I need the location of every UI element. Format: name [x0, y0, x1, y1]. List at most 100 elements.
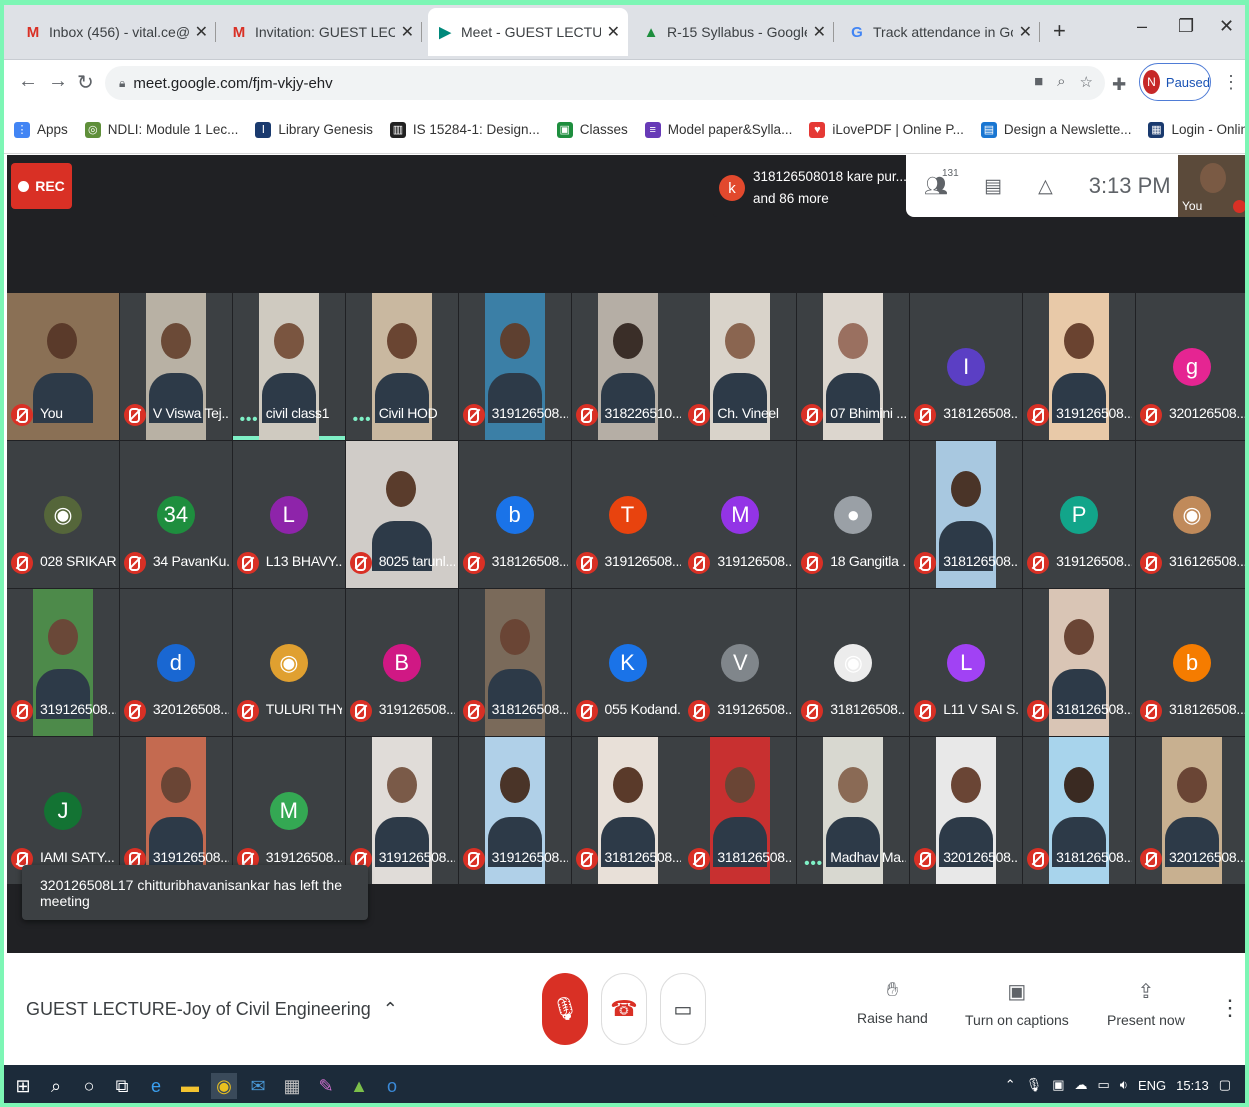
new-tab-button[interactable]: +	[1053, 18, 1066, 44]
browser-tab[interactable]: G Track attendance in Google M ✕	[840, 8, 1040, 56]
participant-tile[interactable]: 318226510...	[571, 293, 684, 440]
participant-tile[interactable]: 318126508...	[684, 737, 797, 884]
tray-volume-icon[interactable]: 🔉︎	[1120, 1077, 1128, 1093]
tray-cloud-icon[interactable]: ☁︎	[1074, 1077, 1087, 1093]
bookmark-item[interactable]: Ⅰ Library Genesis	[255, 121, 373, 138]
join-notification[interactable]: k 318126508018 kare pur... and 86 more	[713, 159, 909, 217]
browser-menu-icon[interactable]: ⋮	[1222, 72, 1240, 93]
tray-chevron-icon[interactable]: ⌃	[1005, 1077, 1016, 1093]
tab-close-icon[interactable]: ✕	[195, 22, 208, 42]
android-icon[interactable]: ▲	[346, 1073, 372, 1099]
notification-center-icon[interactable]: ▢	[1219, 1077, 1231, 1093]
outlook-icon[interactable]: o	[379, 1073, 405, 1099]
browser-tab[interactable]: ▶ Meet - GUEST LECTURE-Jo ✕	[428, 8, 628, 56]
bookmark-item[interactable]: ◎ NDLI: Module 1 Lec...	[84, 121, 238, 138]
participant-tile[interactable]: b 318126508...	[458, 441, 571, 588]
bookmark-item[interactable]: ≡ Model paper&Sylla...	[644, 121, 792, 138]
back-icon[interactable]: ←	[18, 70, 38, 93]
participant-tile[interactable]: ● 18 Gangitla ...	[797, 441, 910, 588]
calculator-icon[interactable]: ▦	[279, 1073, 305, 1099]
more-options-icon[interactable]: ⋮	[1219, 995, 1241, 1021]
participant-tile[interactable]: 318126508...	[458, 589, 571, 736]
bookmark-item[interactable]: ▤ Design a Newslette...	[980, 121, 1131, 138]
participant-tile[interactable]: You	[7, 293, 119, 440]
participant-tile[interactable]: b 318126508...	[1136, 589, 1248, 736]
participant-tile[interactable]: L L13 BHAVY...	[232, 441, 345, 588]
participant-tile[interactable]: 319126508...	[345, 737, 458, 884]
participant-tile[interactable]: 8025 tarunl...	[345, 441, 458, 588]
participant-tile[interactable]: M 319126508...	[232, 737, 345, 884]
extensions-puzzle-icon[interactable]: ✚	[1112, 75, 1126, 95]
participant-tile[interactable]: 318126508...	[571, 737, 684, 884]
participant-tile[interactable]: P 319126508...	[1023, 441, 1136, 588]
camera-toggle-button[interactable]: ▭	[660, 973, 706, 1045]
bookmark-item[interactable]: ♥ iLovePDF | Online P...	[809, 121, 964, 138]
restore-button[interactable]: ❐	[1178, 16, 1194, 37]
participant-tile[interactable]: 319126508...	[458, 293, 571, 440]
participant-tile[interactable]: B 319126508...	[345, 589, 458, 736]
participant-tile[interactable]: ••• Civil HOD	[345, 293, 458, 440]
chat-icon[interactable]: ▤	[984, 175, 1002, 198]
profile-button[interactable]: N Paused	[1139, 63, 1211, 101]
minimize-button[interactable]: –	[1137, 16, 1147, 37]
chrome-icon[interactable]: ◉	[211, 1073, 237, 1099]
activities-icon[interactable]: △	[1038, 175, 1053, 198]
participant-tile[interactable]: 319126508...	[7, 589, 119, 736]
tray-network-icon[interactable]: ▭	[1097, 1077, 1109, 1093]
zoom-icon[interactable]: ⌕	[1057, 73, 1065, 91]
self-view[interactable]: You	[1178, 155, 1249, 217]
leave-call-button[interactable]: ☎	[601, 973, 647, 1045]
bookmark-item[interactable]: ▥ IS 15284-1: Design...	[389, 121, 540, 138]
tab-close-icon[interactable]: ✕	[1019, 22, 1032, 42]
participant-tile[interactable]: 319126508...	[1023, 293, 1136, 440]
participant-tile[interactable]: T 319126508...	[571, 441, 684, 588]
meeting-details-button[interactable]: GUEST LECTURE-Joy of Civil Engineering ⌃	[26, 999, 398, 1020]
participant-tile[interactable]: ◉ 318126508...	[797, 589, 910, 736]
participant-tile[interactable]: ••• Madhav Ma...	[797, 737, 910, 884]
participant-tile[interactable]: K 055 Kodand...	[571, 589, 684, 736]
participant-tile[interactable]: 07 Bhimini ...	[797, 293, 910, 440]
forward-icon[interactable]: →	[48, 70, 68, 93]
edge-icon[interactable]: e	[143, 1073, 169, 1099]
people-button[interactable]: 👥︎ 131	[924, 168, 959, 198]
address-bar[interactable]: 🔒︎ meet.google.com/fjm-vkjy-ehv ■ ⌕ ☆	[105, 66, 1105, 100]
participant-tile[interactable]: 318126508...	[1023, 737, 1136, 884]
bookmark-item[interactable]: ▦ Login - Online Paysl...	[1148, 121, 1249, 138]
tab-close-icon[interactable]: ✕	[401, 22, 414, 42]
participant-tile[interactable]: 319126508...	[458, 737, 571, 884]
participant-tile[interactable]: ◉ 316126508...	[1136, 441, 1248, 588]
bookmark-item[interactable]: ⋮ Apps	[14, 121, 68, 138]
participant-tile[interactable]: 318126508...	[1023, 589, 1136, 736]
participant-tile[interactable]: V 319126508...	[684, 589, 797, 736]
browser-tab[interactable]: M Inbox (456) - vital.ce@anits.edu ✕	[16, 8, 216, 56]
participant-tile[interactable]: M 319126508...	[684, 441, 797, 588]
participant-tile[interactable]: I 318126508...	[910, 293, 1023, 440]
search-icon[interactable]: ⌕	[43, 1073, 69, 1099]
mic-toggle-button[interactable]: 🎙︎	[542, 973, 588, 1045]
participant-tile[interactable]: 34 34 PavanKu...	[119, 441, 232, 588]
participant-tile[interactable]: 319126508...	[119, 737, 232, 884]
participant-tile[interactable]: 320126508...	[910, 737, 1023, 884]
mail-icon[interactable]: ✉	[245, 1073, 271, 1099]
participant-tile[interactable]: Ch. Vineel	[684, 293, 797, 440]
participant-tile[interactable]: g 320126508...	[1136, 293, 1248, 440]
captions-button[interactable]: ▣ Turn on captions	[965, 979, 1069, 1028]
bookmark-star-icon[interactable]: ☆	[1080, 73, 1093, 91]
file-explorer-icon[interactable]: ▬	[177, 1073, 203, 1099]
tab-close-icon[interactable]: ✕	[813, 22, 826, 42]
cortana-icon[interactable]: ○	[76, 1073, 102, 1099]
participant-tile[interactable]: ◉ 028 SRIKAR...	[7, 441, 119, 588]
participant-tile[interactable]: L L11 V SAI S...	[910, 589, 1023, 736]
camera-in-use-icon[interactable]: ■	[1034, 73, 1043, 91]
raise-hand-button[interactable]: ✋︎ Raise hand	[857, 979, 928, 1026]
windows-start-icon[interactable]: ⊞	[10, 1073, 36, 1099]
bookmark-item[interactable]: ▣ Classes	[556, 121, 628, 138]
reload-icon[interactable]: ↻	[77, 70, 94, 95]
browser-tab[interactable]: M Invitation: GUEST LECTURE-Joy ✕	[222, 8, 422, 56]
participant-tile[interactable]: V Viswa Tej...	[119, 293, 232, 440]
participant-tile[interactable]: J IAMI SATY...	[7, 737, 119, 884]
tray-clock[interactable]: 15:13	[1176, 1078, 1209, 1093]
tray-apps-icon[interactable]: ▣	[1052, 1077, 1064, 1093]
tray-language[interactable]: ENG	[1138, 1078, 1166, 1093]
participant-tile[interactable]: 320126508...	[1136, 737, 1248, 884]
